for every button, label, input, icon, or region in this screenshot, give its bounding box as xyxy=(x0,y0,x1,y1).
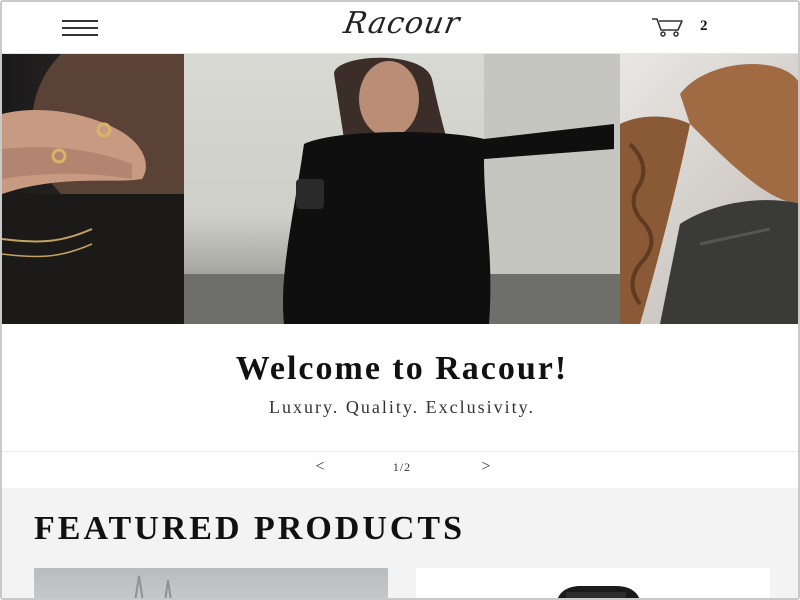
previous-slide-button[interactable]: < xyxy=(310,458,330,476)
braided-hair-leather-jacket-image xyxy=(620,54,798,324)
slide-counter: 1/2 xyxy=(392,460,412,474)
product-image-1 xyxy=(134,575,172,598)
hamburger-menu-icon[interactable] xyxy=(62,18,100,38)
hero-subtitle: Luxury. Quality. Exclusivity. xyxy=(269,397,535,417)
next-slide-button[interactable]: > xyxy=(476,458,496,476)
braided-hair-illustration xyxy=(620,64,798,324)
menu-line xyxy=(62,20,98,22)
hero-title: Welcome to Racour! xyxy=(235,350,569,387)
featured-products-section: FEATURED PRODUCTS xyxy=(2,488,798,598)
section-divider xyxy=(2,451,798,452)
menu-line xyxy=(62,34,98,36)
product-image-2 xyxy=(557,586,640,598)
shopping-cart-icon xyxy=(652,18,683,37)
slideshow-pager: < 1/2 > xyxy=(2,454,798,486)
cart-count-badge: 2 xyxy=(700,18,708,34)
product-card[interactable] xyxy=(416,568,770,598)
site-header: Racour 2 xyxy=(2,2,798,54)
jewelry-rings-illustration xyxy=(2,54,184,324)
page-frame: Racour 2 Welcome to Racour! Luxury. Qual… xyxy=(0,0,800,600)
site-logo[interactable]: Racour xyxy=(299,6,505,41)
black-dress-model-image xyxy=(184,54,620,324)
model-illustration xyxy=(184,54,620,324)
jewelry-rings-image xyxy=(2,54,184,324)
menu-line xyxy=(62,27,98,29)
product-card[interactable] xyxy=(34,568,388,598)
featured-products-title: FEATURED PRODUCTS xyxy=(34,510,466,547)
hero-slideshow xyxy=(2,54,798,324)
cart-button[interactable]: 2 xyxy=(650,14,720,42)
